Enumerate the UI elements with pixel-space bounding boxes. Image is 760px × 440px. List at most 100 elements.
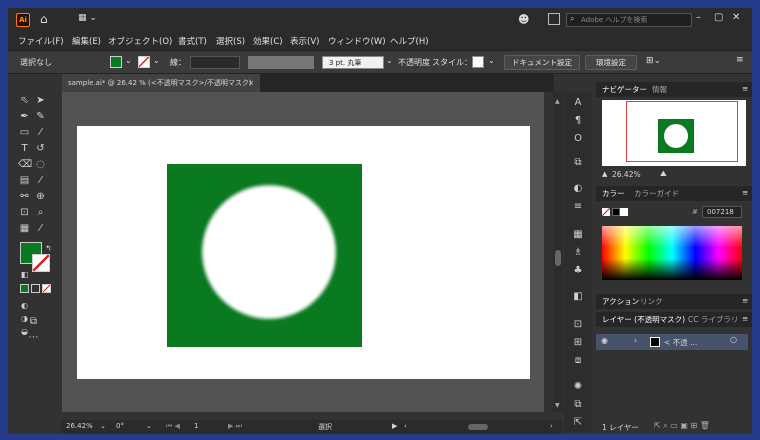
artboards-panel-icon[interactable]: ⊡ <box>571 318 585 332</box>
swap-fill-stroke-icon[interactable]: ↰ <box>42 242 55 255</box>
menu-window[interactable]: ウィンドウ(W) <box>328 35 386 47</box>
zoom-tool-icon[interactable]: ⌕ <box>34 206 47 219</box>
style-dropdown-icon[interactable]: ⌄ <box>488 56 495 65</box>
info-tab[interactable]: 情報 <box>652 84 667 95</box>
eraser-tool-icon[interactable]: ⌫ <box>18 158 32 171</box>
zoom-out-icon[interactable]: ▲ <box>602 170 607 178</box>
pathfinder-panel-icon[interactable]: ⧈ <box>571 354 585 368</box>
brush-definition[interactable]: 3 pt. 丸筆 <box>322 56 384 69</box>
graph-tool-icon[interactable]: ▦ <box>18 222 31 235</box>
scroll-up-icon[interactable]: ▲ <box>555 98 560 105</box>
opentype-panel-icon[interactable]: O <box>571 132 585 146</box>
panel-menu-icon[interactable]: ≡ <box>736 55 744 65</box>
selection-tool-icon[interactable]: ⬁ <box>18 94 31 107</box>
zoom-dropdown-icon[interactable]: ⌄ <box>100 422 106 430</box>
visibility-eye-icon[interactable]: ◉ <box>601 336 608 345</box>
vertical-scrollbar[interactable]: ▲ ▼ <box>553 92 563 412</box>
symbols-panel-icon[interactable]: ♣ <box>571 264 585 278</box>
close-tab-icon[interactable]: × <box>248 74 254 92</box>
paragraph-panel-icon[interactable]: ¶ <box>571 114 585 128</box>
menu-select[interactable]: 選択(S) <box>216 35 245 47</box>
transform-panel-icon[interactable]: ⧉ <box>571 156 585 170</box>
align-panel-icon[interactable]: ⊞ <box>571 336 585 350</box>
arrange-documents-icon[interactable] <box>548 13 560 25</box>
last-artboard-icon[interactable]: ▶ ⏭ <box>228 422 242 431</box>
actions-tab[interactable]: アクション <box>602 296 639 307</box>
rotation-dropdown-icon[interactable]: ⌄ <box>146 422 152 430</box>
stroke-color-box[interactable] <box>32 254 50 272</box>
color-guide-tab[interactable]: カラーガイド <box>634 188 679 199</box>
direct-selection-tool-icon[interactable]: ➤ <box>34 94 47 107</box>
preferences-button[interactable]: 環境設定 <box>585 55 637 70</box>
minimize-button[interactable]: – <box>696 12 710 26</box>
symbol-sprayer-tool-icon[interactable]: ⁄ <box>34 222 47 235</box>
export-panel-icon[interactable]: ⇱ <box>571 416 585 430</box>
color-none-swatch[interactable] <box>602 208 610 216</box>
align-icon[interactable]: ⊞⌄ <box>646 56 661 66</box>
brushes-panel-icon[interactable]: ♗ <box>571 246 585 260</box>
menu-view[interactable]: 表示(V) <box>290 35 319 47</box>
hscroll-right-icon[interactable]: › <box>550 422 553 430</box>
gradient-tool-icon[interactable]: ▤ <box>18 174 31 187</box>
type-tool-icon[interactable]: T <box>18 142 31 155</box>
blend-tool-icon[interactable]: ⚯ <box>18 190 31 203</box>
rotation-value[interactable]: 0° <box>116 422 124 430</box>
more-tools-icon[interactable]: ⋯ <box>27 331 40 344</box>
libraries-tab[interactable]: CC ライブラリ <box>688 314 738 325</box>
white-circle-mask[interactable] <box>205 188 333 316</box>
swatches-panel-icon[interactable]: ▦ <box>571 228 585 242</box>
artboard-tool-icon[interactable]: ⊡ <box>18 206 31 219</box>
expand-chevron-icon[interactable]: › <box>634 336 637 345</box>
hex-input[interactable]: 007218 <box>702 206 742 218</box>
navigator-zoom[interactable]: 26.42% <box>612 170 641 179</box>
document-setup-button[interactable]: ドキュメント設定 <box>504 55 580 70</box>
gradient-mode-button[interactable] <box>31 284 40 293</box>
default-colors-icon[interactable]: ◧ <box>18 268 31 281</box>
links-tab[interactable]: リンク <box>640 296 663 307</box>
target-circle-icon[interactable]: ○ <box>730 335 737 344</box>
actions-menu-icon[interactable]: ≡ <box>742 296 748 305</box>
screen-mode-icon[interactable]: ⧉ <box>27 315 40 328</box>
hscroll-left-icon[interactable]: ‹ <box>404 422 407 430</box>
appearance-panel-icon[interactable]: ◐ <box>571 182 585 196</box>
navigator-tab[interactable]: ナビゲーター <box>602 84 647 95</box>
first-artboard-icon[interactable]: ⏮ ◀ <box>166 422 180 431</box>
lasso-tool-icon[interactable]: ◌ <box>34 158 47 171</box>
draw-mode-icon[interactable]: ◐ ◑ ◒ <box>18 299 31 336</box>
account-icon[interactable]: ☻ <box>518 13 532 27</box>
document-tab[interactable]: sample.ai* @ 26.42 % (<不透明マスク>/不透明マスク) × <box>62 74 260 92</box>
horizontal-scroll-thumb[interactable] <box>468 424 488 430</box>
layers-footer-icons[interactable]: ⇱ ⌕ ▭ ▣ ⊞ 🗑 <box>654 421 710 431</box>
scrollbar-thumb[interactable] <box>555 250 561 266</box>
rotate-tool-icon[interactable]: ↺ <box>34 142 47 155</box>
menu-edit[interactable]: 編集(E) <box>72 35 101 47</box>
fill-swatch[interactable] <box>110 56 122 68</box>
stroke-swatch[interactable] <box>138 56 150 68</box>
menu-type[interactable]: 書式(T) <box>178 35 207 47</box>
layers-panel-icon[interactable]: ⧉ <box>571 398 585 412</box>
maximize-button[interactable]: ▢ <box>714 12 728 26</box>
menu-object[interactable]: オブジェクト(O) <box>108 35 172 47</box>
eyedropper-tool-icon[interactable]: ⁄ <box>34 174 47 187</box>
paintbrush-tool-icon[interactable]: ⁄ <box>34 126 47 139</box>
navigator-menu-icon[interactable]: ≡ <box>742 84 748 93</box>
color-menu-icon[interactable]: ≡ <box>742 188 748 197</box>
menu-file[interactable]: ファイル(F) <box>18 35 64 47</box>
color-spectrum[interactable] <box>602 226 742 280</box>
rectangle-tool-icon[interactable]: ▭ <box>18 126 31 139</box>
close-window-button[interactable]: ✕ <box>732 12 746 26</box>
layers-menu-icon[interactable]: ≡ <box>742 314 748 323</box>
opacity-label[interactable]: 不透明度 <box>398 57 430 68</box>
workspace-switcher-icon[interactable]: ▦ ⌄ <box>78 13 106 27</box>
zoom-in-icon[interactable]: ⛰ <box>660 169 667 179</box>
fill-dropdown-icon[interactable]: ⌄ <box>125 56 132 65</box>
graphic-style-swatch[interactable] <box>472 56 484 68</box>
shape-builder-tool-icon[interactable]: ⊕ <box>34 190 47 203</box>
layers-tab[interactable]: レイヤー (不透明マスク) <box>602 314 685 325</box>
color-black-swatch[interactable] <box>612 208 620 216</box>
transparency-panel-icon[interactable]: ◧ <box>571 290 585 304</box>
layer-row[interactable]: ◉ › < 不透 ... ○ <box>596 334 748 350</box>
color-mode-button[interactable] <box>20 284 29 293</box>
properties-panel-icon[interactable]: ✺ <box>571 380 585 394</box>
artboard-number[interactable]: 1 <box>194 422 198 430</box>
